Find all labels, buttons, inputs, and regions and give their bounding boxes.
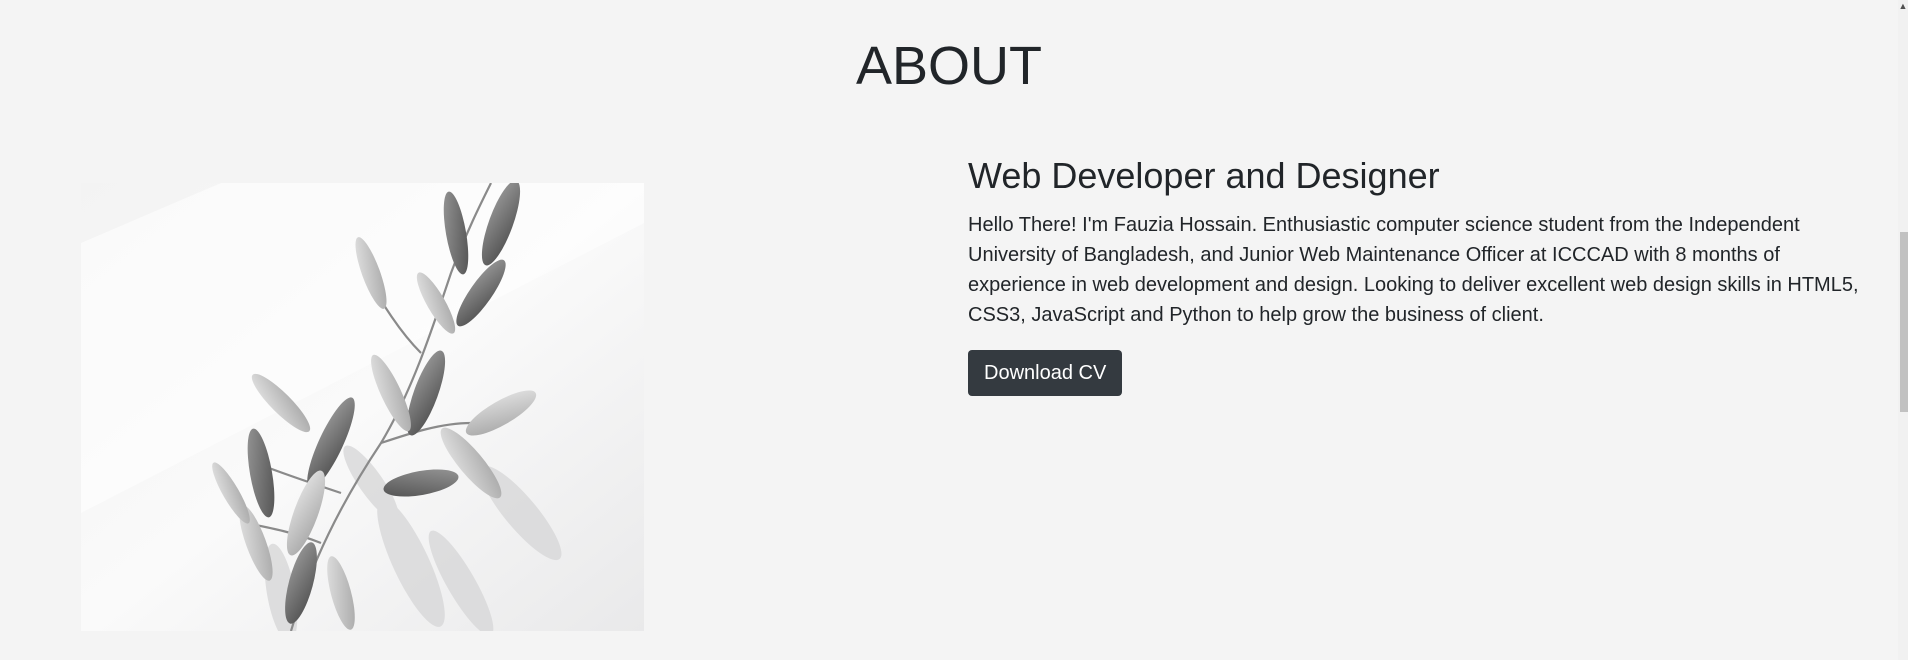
role-title: Web Developer and Designer [968, 155, 1440, 196]
vertical-scrollbar[interactable]: ▲ [1898, 0, 1908, 660]
scroll-up-arrow-icon[interactable]: ▲ [1898, 0, 1908, 12]
about-page: ABOUT Web Developer and Designer Hello T… [0, 0, 1908, 660]
section-title: ABOUT [855, 36, 1043, 96]
bio-paragraph: Hello There! I'm Fauzia Hossain. Enthusi… [968, 214, 1859, 326]
about-text: Web Developer and Designer Hello There! … [968, 152, 1868, 396]
leaves-photo [81, 183, 644, 631]
scrollbar-thumb[interactable] [1900, 232, 1908, 412]
download-cv-button[interactable]: Download CV [968, 350, 1123, 396]
